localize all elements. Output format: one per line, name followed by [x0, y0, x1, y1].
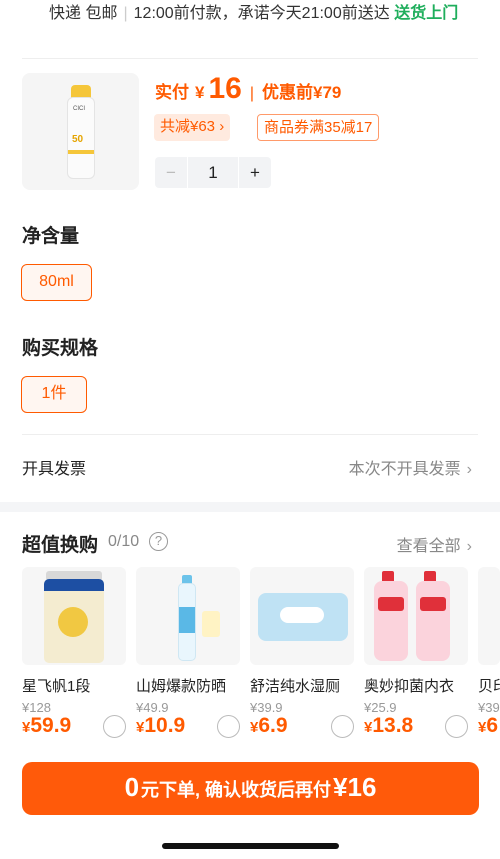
- chevron-right-icon: ›: [466, 461, 472, 478]
- price-divider: |: [249, 85, 254, 102]
- currency-symbol: ¥: [136, 719, 145, 736]
- sunscreen-bottle-icon: CICI 50: [67, 85, 95, 179]
- deal-old-price: ¥49.9: [136, 700, 169, 715]
- deal-price-value: 59.9: [30, 714, 72, 737]
- deal-card[interactable]: 山姆爆款防晒 ¥49.9 ¥10.9: [136, 567, 244, 738]
- help-icon[interactable]: ?: [149, 532, 168, 551]
- invoice-label: 开具发票: [22, 461, 87, 478]
- deal-old-price: ¥39.9: [250, 700, 283, 715]
- quantity-stepper: − 1 +: [155, 157, 271, 188]
- total-discount-badge[interactable]: 共减¥63 ›: [154, 114, 231, 141]
- deal-price-value: 6: [486, 714, 499, 737]
- currency-symbol: ¥: [22, 719, 31, 736]
- deal-item-name: 舒洁纯水湿厕: [250, 678, 341, 695]
- wet-wipes-image: [250, 567, 354, 665]
- deal-item-name: 山姆爆款防晒: [136, 678, 227, 695]
- deal-price-value: 6.9: [258, 714, 288, 737]
- coupon-badge[interactable]: 商品券满35减17: [257, 114, 380, 141]
- deal-card[interactable]: 奥妙抑菌内衣 ¥25.9 ¥13.8: [364, 567, 472, 738]
- chevron-right-icon: ›: [219, 118, 225, 135]
- delivery-promise: 12:00前付款，承诺今天21:00前送达: [133, 5, 390, 22]
- before-discount-label: 优惠前: [262, 83, 313, 102]
- currency-symbol: ¥: [250, 719, 259, 736]
- select-radio[interactable]: [445, 715, 468, 738]
- product-image: [478, 567, 500, 665]
- purchase-spec-title: 购买规格: [22, 338, 99, 359]
- cta-text: 元下单, 确认收货后再付: [141, 780, 332, 800]
- deal-card[interactable]: 星飞帆1段 ¥128 ¥59.9: [22, 567, 130, 738]
- deal-old-price: ¥39: [478, 700, 500, 715]
- cta-zero: 0: [124, 772, 140, 802]
- invoice-value: 本次不开具发票: [348, 461, 461, 478]
- deal-price-value: 13.8: [372, 714, 414, 737]
- shipping-info: 快递 包邮 | 12:00前付款，承诺今天21:00前送达 送货上门: [49, 2, 469, 26]
- deal-old-price: ¥25.9: [364, 700, 397, 715]
- before-discount-price: ¥79: [313, 83, 342, 102]
- decrease-quantity-button[interactable]: −: [155, 157, 187, 188]
- deal-item-name: 奥妙抑菌内衣: [364, 678, 455, 695]
- deal-item-name: 星飞帆1段: [22, 678, 91, 695]
- product-spf-text: 50: [72, 134, 84, 145]
- deal-new-price: ¥6: [478, 714, 500, 738]
- deals-count: 0/10: [108, 533, 140, 550]
- deals-title: 超值换购: [22, 535, 99, 556]
- see-all-link[interactable]: 查看全部 ›: [397, 532, 472, 556]
- product-brand-text: CICI: [73, 106, 85, 112]
- select-radio[interactable]: [331, 715, 354, 738]
- divider: [22, 434, 478, 435]
- select-radio[interactable]: [217, 715, 240, 738]
- price-line: 实付 ¥ 16 | 优惠前 ¥79: [155, 72, 341, 112]
- currency-symbol: ¥: [478, 719, 487, 736]
- invoice-selector[interactable]: 本次不开具发票 ›: [349, 455, 472, 479]
- laundry-bottles-image: [364, 567, 468, 665]
- sunscreen-spray-image: [136, 567, 240, 665]
- home-indicator[interactable]: [162, 843, 339, 849]
- select-radio[interactable]: [103, 715, 126, 738]
- increase-quantity-button[interactable]: +: [239, 157, 271, 188]
- actual-pay-price: 16: [208, 72, 242, 105]
- divider: [22, 58, 478, 59]
- chevron-right-icon: ›: [466, 538, 472, 555]
- total-discount-label: 共减¥63: [160, 118, 216, 135]
- spec-option-chip[interactable]: 1件: [21, 376, 87, 413]
- quantity-value[interactable]: 1: [187, 157, 239, 188]
- net-volume-title: 净含量: [22, 226, 80, 247]
- cta-amount: ¥16: [333, 772, 377, 802]
- shipping-method: 快递: [49, 5, 82, 22]
- section-gap: [0, 502, 500, 512]
- product-image[interactable]: CICI 50: [22, 73, 139, 190]
- order-confirm-page: 快递 包邮 | 12:00前付款，承诺今天21:00前送达 送货上门 CICI 50…: [0, 0, 500, 859]
- formula-can-image: [22, 567, 126, 665]
- divider: |: [123, 5, 128, 22]
- place-order-button[interactable]: 0 元下单, 确认收货后再付 ¥16: [22, 762, 479, 815]
- deal-item-name: 贝印: [478, 678, 500, 695]
- volume-option-chip[interactable]: 80ml: [21, 264, 92, 301]
- shipping-fee: 包邮: [85, 5, 118, 22]
- deal-price-value: 10.9: [144, 714, 186, 737]
- currency-symbol: ¥: [364, 719, 373, 736]
- deal-card[interactable]: 舒洁纯水湿厕 ¥39.9 ¥6.9: [250, 567, 358, 738]
- deal-card[interactable]: 贝印 ¥39 ¥6: [478, 567, 500, 738]
- actual-pay-currency: ¥: [195, 83, 205, 102]
- see-all-label: 查看全部: [396, 538, 461, 555]
- delivery-tag: 送货上门: [394, 5, 459, 22]
- deal-old-price: ¥128: [22, 700, 51, 715]
- actual-pay-label: 实付: [155, 83, 189, 102]
